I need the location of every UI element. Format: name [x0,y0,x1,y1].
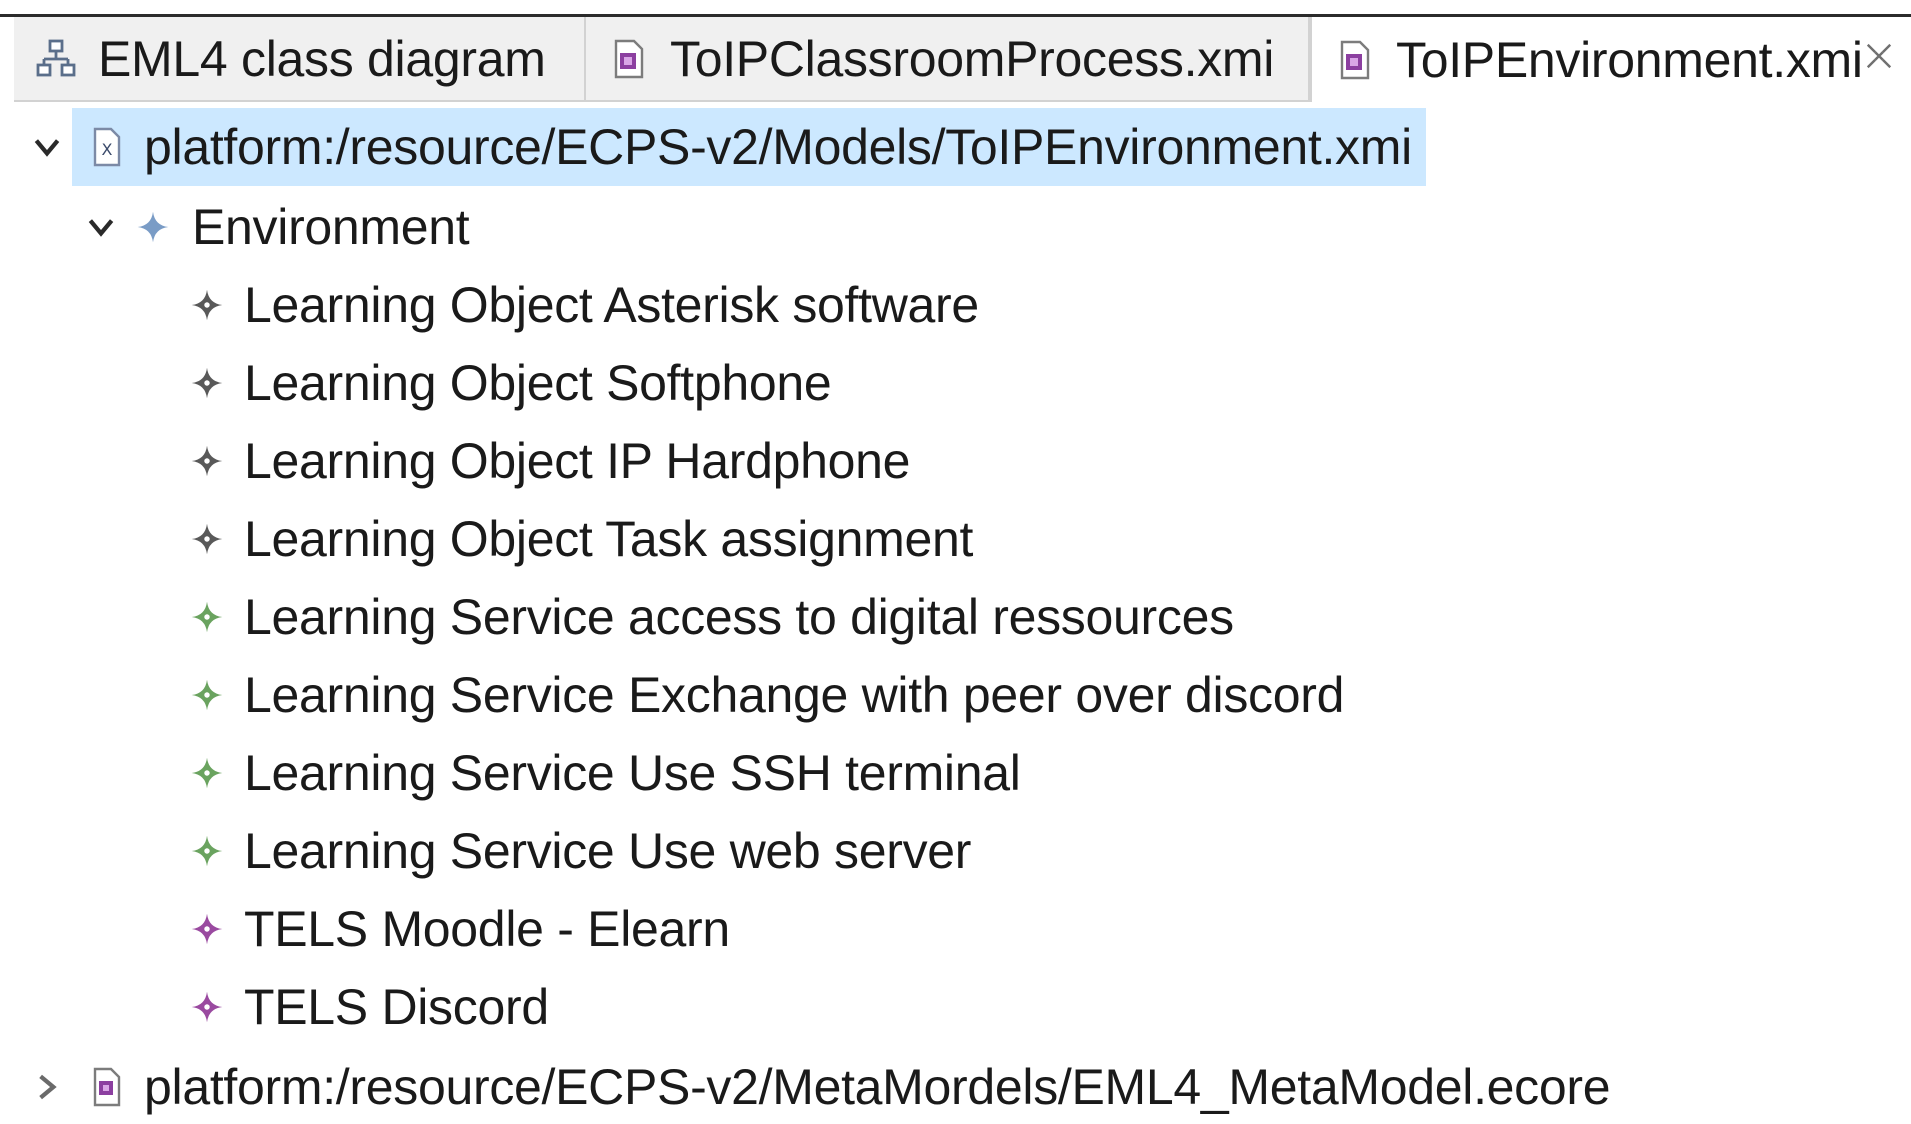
tree-root-ecore[interactable]: platform:/resource/ECPS-v2/MetaMordels/E… [30,1050,1611,1124]
model-file-icon [1340,40,1370,79]
tab-toip-classroom-process[interactable]: ToIPClassroomProcess.xmi [586,17,1310,102]
tree-item[interactable]: Learning Object Softphone [190,346,832,420]
tree-root-label: platform:/resource/ECPS-v2/MetaMordels/E… [144,1059,1611,1115]
learning-service-icon [191,835,223,867]
tree-root-label: platform:/resource/ECPS-v2/Models/ToIPEn… [144,119,1412,175]
tab-label: EML4 class diagram [98,30,546,87]
chevron-down-icon[interactable] [84,210,118,244]
learning-object-icon [191,367,223,399]
tab-eml4-class-diagram[interactable]: EML4 class diagram [14,17,586,102]
tree-item[interactable]: Learning Service Use web server [190,814,971,888]
tree-item[interactable]: TELS Moodle - Elearn [190,892,730,966]
tab-label: ToIPEnvironment.xmi [1396,31,1863,88]
tree-item-label: Learning Object Softphone [244,355,832,411]
tree-root-xmi[interactable]: X platform:/resource/ECPS-v2/Models/ToIP… [30,110,1412,184]
tree-item[interactable]: Learning Service Exchange with peer over… [190,658,1344,732]
tels-icon [191,913,223,945]
tree-item[interactable]: Learning Service Use SSH terminal [190,736,1021,810]
model-file-icon [614,39,644,78]
tree-item-label: Learning Object Task assignment [244,511,974,567]
chevron-right-icon[interactable] [30,1070,64,1104]
tree-item-label: Environment [192,199,470,255]
learning-object-icon [191,523,223,555]
svg-text:X: X [102,140,113,159]
class-diagram-icon [36,39,76,76]
tree-item[interactable]: Learning Object Task assignment [190,502,973,576]
editor-tab-bar: EML4 class diagram ToIPClassroomProcess.… [14,17,1908,102]
learning-service-icon [191,601,223,633]
tree-item[interactable]: Learning Service access to digital resso… [190,580,1234,654]
tree-item-label: TELS Discord [244,979,549,1035]
tree-item-label: Learning Object IP Hardphone [244,433,911,489]
tree-item-label: Learning Object Asterisk software [244,277,979,333]
learning-object-icon [191,445,223,477]
tree-item[interactable]: Learning Object IP Hardphone [190,424,910,498]
tree-item-label: Learning Service Exchange with peer over… [244,667,1345,723]
tree-item-label: Learning Service Use web server [244,823,972,879]
chevron-down-icon[interactable] [30,130,64,164]
xmi-file-icon: X [93,127,121,167]
tab-label: ToIPClassroomProcess.xmi [670,30,1275,87]
learning-object-icon [191,289,223,321]
tels-icon [191,991,223,1023]
learning-service-icon [191,757,223,789]
tree-item[interactable]: TELS Discord [190,970,549,1044]
environment-diamond-icon [137,211,169,243]
tree-item-environment[interactable]: Environment [84,190,470,264]
tree-item-label: Learning Service Use SSH terminal [244,745,1021,801]
learning-service-icon [191,679,223,711]
ecore-file-icon [93,1067,121,1107]
tree-item-label: TELS Moodle - Elearn [244,901,730,957]
tree-item-label: Learning Service access to digital resso… [244,589,1234,645]
tab-toip-environment[interactable]: ToIPEnvironment.xmi [1310,17,1908,102]
close-icon[interactable] [1864,41,1894,71]
tree-item[interactable]: Learning Object Asterisk software [190,268,979,342]
